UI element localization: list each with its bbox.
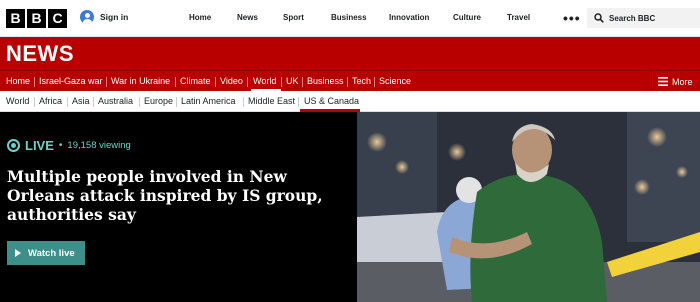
subnav-europe[interactable]: Europe: [144, 96, 173, 106]
play-icon: [15, 249, 21, 257]
section-home[interactable]: Home: [6, 76, 30, 86]
live-indicator: LIVE • 19,158 viewing: [7, 138, 131, 153]
search-placeholder: Search BBC: [609, 13, 656, 23]
nav-innovation[interactable]: Innovation: [389, 13, 429, 22]
live-icon: [7, 139, 20, 152]
section-science[interactable]: Science: [379, 76, 411, 86]
section-world[interactable]: World: [253, 76, 276, 86]
nav-culture[interactable]: Culture: [453, 13, 481, 22]
hero-headline[interactable]: Multiple people involved in New Orleans …: [7, 167, 347, 224]
more-label: More: [672, 76, 693, 87]
section-video[interactable]: Video: [220, 76, 243, 86]
logo-letter: C: [48, 9, 67, 28]
hamburger-icon: [658, 77, 668, 86]
subnav-latin-america[interactable]: Latin America: [181, 96, 236, 106]
section-israel-gaza[interactable]: Israel-Gaza war: [39, 76, 103, 86]
sign-in-link[interactable]: Sign in: [80, 10, 128, 24]
nav-home[interactable]: Home: [189, 13, 211, 22]
news-header: NEWS: [0, 37, 700, 70]
nav-sport[interactable]: Sport: [283, 13, 304, 22]
nav-news[interactable]: News: [237, 13, 258, 22]
hero-photo-illustration: [357, 112, 700, 302]
section-tech[interactable]: Tech: [352, 76, 371, 86]
user-icon: [80, 10, 94, 24]
viewer-count: 19,158 viewing: [67, 140, 131, 151]
section-climate[interactable]: Climate: [180, 76, 211, 86]
logo-letter: B: [6, 9, 25, 28]
bbc-logo[interactable]: B B C: [6, 9, 67, 28]
subnav-australia[interactable]: Australia: [98, 96, 133, 106]
section-ukraine[interactable]: War in Ukraine: [111, 76, 170, 86]
watch-live-button[interactable]: Watch live: [7, 241, 85, 265]
live-label: LIVE: [25, 138, 54, 153]
hero-photo[interactable]: [357, 112, 700, 302]
search-icon: [594, 13, 604, 23]
more-menu-button[interactable]: More: [651, 71, 700, 92]
subnav-us-canada[interactable]: US & Canada: [304, 96, 359, 106]
subnav-asia[interactable]: Asia: [72, 96, 90, 106]
subnav-africa[interactable]: Africa: [39, 96, 62, 106]
top-bar: B B C Sign in Home News Sport Business I…: [0, 0, 700, 37]
news-title[interactable]: NEWS: [6, 41, 74, 67]
nav-business[interactable]: Business: [331, 13, 367, 22]
section-uk[interactable]: UK: [286, 76, 299, 86]
nav-travel[interactable]: Travel: [507, 13, 530, 22]
subnav-world[interactable]: World: [6, 96, 29, 106]
watch-live-label: Watch live: [28, 247, 75, 259]
subnav-middle-east[interactable]: Middle East: [248, 96, 295, 106]
live-hero-panel: LIVE • 19,158 viewing Multiple people in…: [0, 112, 357, 302]
sign-in-label: Sign in: [100, 12, 129, 22]
live-separator: •: [58, 140, 63, 151]
section-nav: Home Israel-Gaza war War in Ukraine Clim…: [0, 70, 700, 92]
logo-letter: B: [27, 9, 46, 28]
section-business[interactable]: Business: [307, 76, 344, 86]
ellipsis-icon[interactable]: •••: [563, 10, 581, 26]
search-box[interactable]: Search BBC: [587, 8, 700, 28]
world-subnav: World Africa Asia Australia Europe Latin…: [0, 91, 700, 112]
